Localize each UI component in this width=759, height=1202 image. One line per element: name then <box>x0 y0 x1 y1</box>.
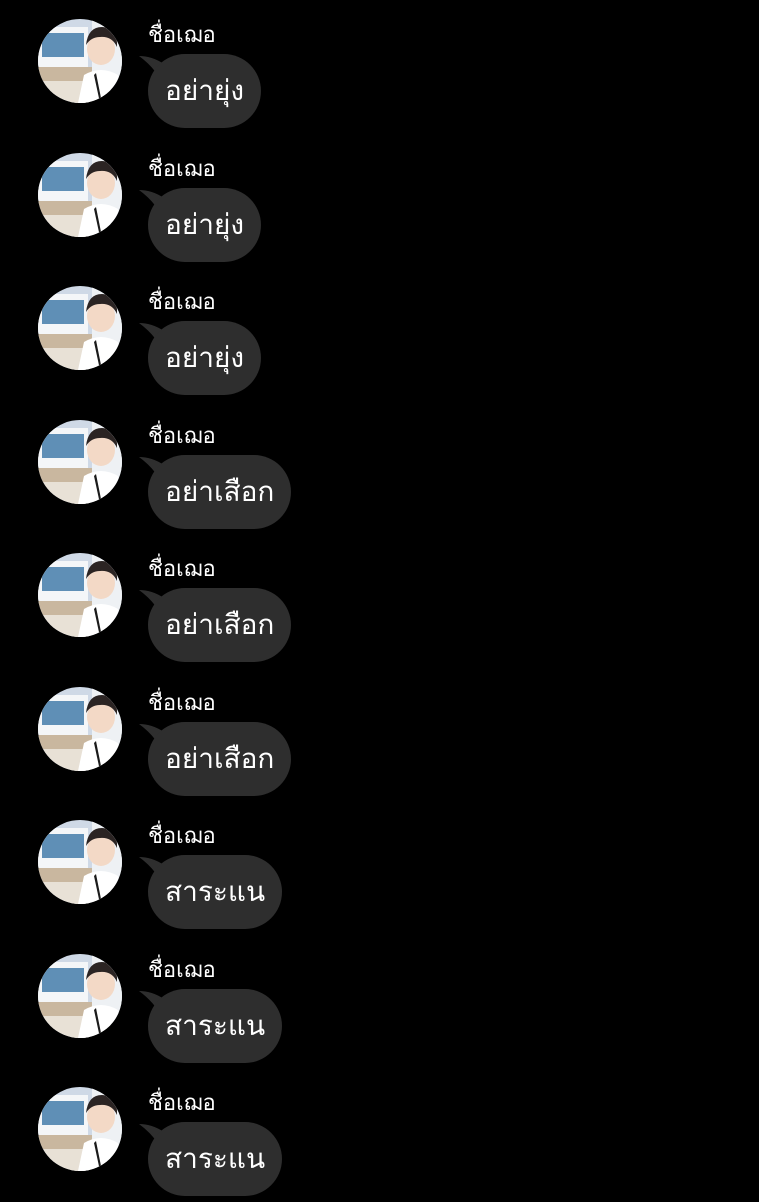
message-row: ชื่อเฌอ อย่าเสือก <box>0 534 759 668</box>
sender-name: ชื่อเฌอ <box>148 157 216 182</box>
sender-name: ชื่อเฌอ <box>148 1091 216 1116</box>
sender-name: ชื่อเฌอ <box>148 290 216 315</box>
chat-message-list[interactable]: ชื่อเฌอ อย่ายุ่ง ชื่อเฌอ อย่ายุ่ง ชื่อเฌ… <box>0 0 759 1200</box>
sender-name: ชื่อเฌอ <box>148 958 216 983</box>
message-row: ชื่อเฌอ อย่ายุ่ง <box>0 0 759 134</box>
message-row: ชื่อเฌอ อย่าเสือก <box>0 668 759 802</box>
profile-photo-icon <box>38 153 122 237</box>
message-bubble[interactable]: อย่าเสือก <box>148 455 292 529</box>
sender-name: ชื่อเฌอ <box>148 691 216 716</box>
message-row: ชื่อเฌอ สาระแน <box>0 801 759 935</box>
profile-photo-icon <box>38 687 122 771</box>
profile-photo-icon <box>38 19 122 103</box>
sender-name: ชื่อเฌอ <box>148 424 216 449</box>
avatar[interactable] <box>38 954 122 1038</box>
sender-name: ชื่อเฌอ <box>148 824 216 849</box>
avatar[interactable] <box>38 553 122 637</box>
profile-photo-icon <box>38 820 122 904</box>
avatar[interactable] <box>38 153 122 237</box>
message-row: ชื่อเฌอ สาระแน <box>0 1068 759 1202</box>
avatar[interactable] <box>38 820 122 904</box>
message-bubble[interactable]: อย่ายุ่ง <box>148 188 262 262</box>
message-bubble[interactable]: สาระแน <box>148 1122 283 1196</box>
avatar[interactable] <box>38 1087 122 1171</box>
profile-photo-icon <box>38 553 122 637</box>
profile-photo-icon <box>38 1087 122 1171</box>
avatar[interactable] <box>38 19 122 103</box>
avatar[interactable] <box>38 286 122 370</box>
message-row: ชื่อเฌอ สาระแน <box>0 935 759 1069</box>
message-bubble[interactable]: อย่ายุ่ง <box>148 321 262 395</box>
message-row: ชื่อเฌอ อย่าเสือก <box>0 401 759 535</box>
message-row: ชื่อเฌอ อย่ายุ่ง <box>0 267 759 401</box>
message-row: ชื่อเฌอ อย่ายุ่ง <box>0 134 759 268</box>
profile-photo-icon <box>38 954 122 1038</box>
profile-photo-icon <box>38 286 122 370</box>
profile-photo-icon <box>38 420 122 504</box>
avatar[interactable] <box>38 687 122 771</box>
message-bubble[interactable]: อย่าเสือก <box>148 722 292 796</box>
sender-name: ชื่อเฌอ <box>148 557 216 582</box>
message-bubble[interactable]: อย่ายุ่ง <box>148 54 262 128</box>
message-bubble[interactable]: อย่าเสือก <box>148 588 292 662</box>
message-bubble[interactable]: สาระแน <box>148 989 283 1063</box>
sender-name: ชื่อเฌอ <box>148 23 216 48</box>
message-bubble[interactable]: สาระแน <box>148 855 283 929</box>
avatar[interactable] <box>38 420 122 504</box>
